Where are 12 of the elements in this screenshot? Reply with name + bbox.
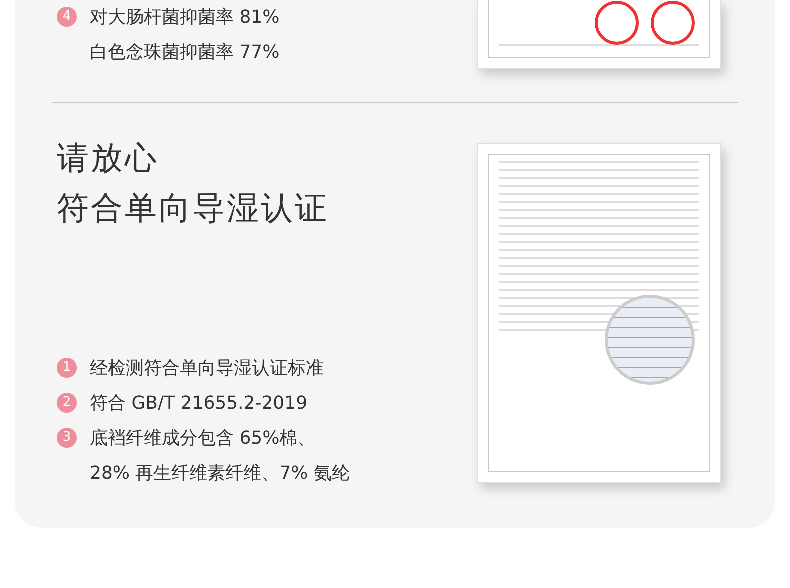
number-badge: 4 [57,7,77,27]
list-text: 对大肠杆菌抑菌率 81% [90,6,280,30]
section-heading: 符合单向导湿认证 [57,188,330,229]
list-text: 经检测符合单向导湿认证标准 [90,357,324,381]
number-badge: 1 [57,358,77,378]
number-badge: 3 [57,428,77,448]
list-text: 白色念珠菌抑菌率 77% [90,41,280,65]
list-text: 符合 GB/T 21655.2-2019 [90,392,308,416]
section-heading: 请放心 [57,138,160,179]
list-text: 底裆纤维成分包含 65%棉、 [90,427,317,451]
list-text: 28% 再生纤维素纤维、7% 氨纶 [90,462,350,486]
number-badge: 2 [57,393,77,413]
